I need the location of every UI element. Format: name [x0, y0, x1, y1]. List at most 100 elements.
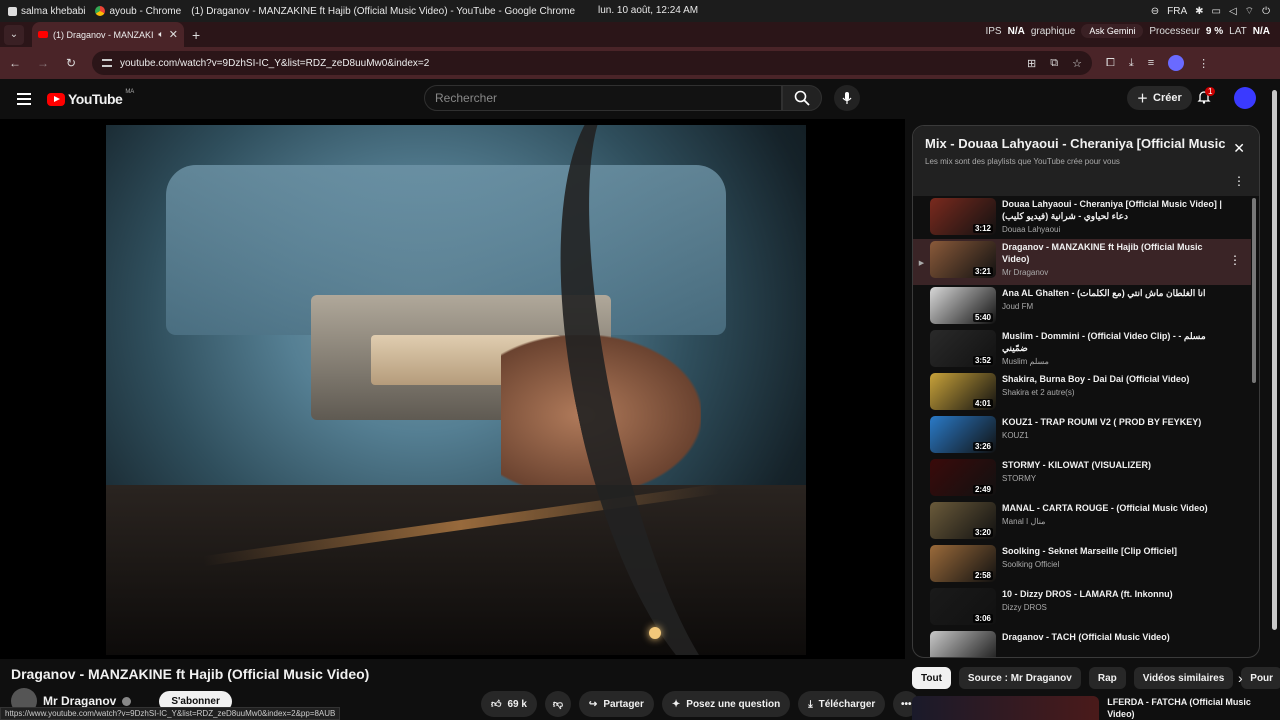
close-tab-icon[interactable]: ✕: [169, 28, 178, 41]
playlist-scrollbar[interactable]: [1252, 198, 1256, 383]
wifi-icon[interactable]: ⌔: [1245, 5, 1254, 18]
playlist-item-title[interactable]: Draganov - MANZAKINE ft Hajib (Official …: [1002, 241, 1228, 265]
filter-chip[interactable]: Vidéos similaires: [1133, 667, 1234, 689]
volume-icon[interactable]: ◁: [1229, 6, 1237, 17]
playlist-item-title[interactable]: Soolking - Seknet Marseille [Clip Offici…: [1002, 545, 1228, 557]
channel-name[interactable]: Mr Draganov: [43, 694, 116, 708]
bookmark-star-icon[interactable]: ☆: [1072, 57, 1082, 70]
url-text[interactable]: youtube.com/watch?v=9DzhSI-IC_Y&list=RDZ…: [120, 58, 1019, 69]
download-icon[interactable]: ⤓: [1129, 57, 1134, 70]
playlist-item[interactable]: 3:26 KOUZ1 - TRAP ROUMI V2 ( PROD BY FEYK…: [913, 414, 1251, 457]
playlist-item[interactable]: 3:20 MANAL - CARTA ROUGE - (Official Musi…: [913, 500, 1251, 543]
address-bar[interactable]: youtube.com/watch?v=9DzhSI-IC_Y&list=RDZ…: [92, 51, 1092, 75]
playlist-item[interactable]: 3:12 Douaa Lahyaoui - Cheraniya [Official…: [913, 196, 1251, 239]
playlist-thumbnail[interactable]: 5:40: [930, 287, 996, 324]
voice-search-button[interactable]: [834, 85, 860, 111]
playlist-item-title[interactable]: STORMY - KILOWAT (VISUALIZER): [1002, 459, 1228, 471]
reload-icon[interactable]: ↻: [64, 56, 78, 70]
playlist-item[interactable]: 5:40 Ana AL Ghalten - انا الغلطان ماش انت…: [913, 285, 1251, 328]
playlist-thumbnail[interactable]: 3:52: [930, 330, 996, 367]
playlist-thumbnail[interactable]: 3:20: [930, 502, 996, 539]
page-scrollbar[interactable]: [1272, 90, 1277, 630]
playlist-item[interactable]: 2:49 STORMY - KILOWAT (VISUALIZER) STORMY: [913, 457, 1251, 500]
playlist-thumbnail[interactable]: [930, 631, 996, 657]
thumb-down-icon: 👎︎: [552, 699, 563, 710]
playlist-thumbnail[interactable]: 2:49: [930, 459, 996, 496]
playlist-item-title[interactable]: Shakira, Burna Boy - Dai Dai (Official V…: [1002, 373, 1228, 385]
video-scene-light: [649, 627, 661, 639]
playlist-item-title[interactable]: KOUZ1 - TRAP ROUMI V2 ( PROD BY FEYKEY): [1002, 416, 1228, 428]
playlist-thumbnail[interactable]: 3:26: [930, 416, 996, 453]
settings-icon[interactable]: ⊖: [1151, 6, 1159, 17]
os-clock[interactable]: lun. 10 août, 12:24 AM: [598, 5, 698, 16]
recommended-video[interactable]: LFERDA - FATCHA (Official Music Video): [912, 696, 1280, 720]
share-button[interactable]: ↪ Partager: [578, 691, 654, 717]
tab-search-button[interactable]: ⌄: [4, 24, 24, 45]
chrome-menu-icon[interactable]: ⋮: [1198, 57, 1209, 70]
forward-icon[interactable]: →: [36, 56, 50, 70]
duration-badge: 3:20: [972, 528, 993, 537]
download-button[interactable]: ⤓ Télécharger: [798, 691, 886, 717]
battery-icon[interactable]: ▭: [1212, 6, 1221, 17]
playlist-index: [913, 330, 930, 348]
video-player[interactable]: [0, 119, 905, 659]
playlist-thumbnail[interactable]: 3:12: [930, 198, 996, 235]
search-input[interactable]: Rechercher: [424, 85, 782, 111]
speaker-icon[interactable]: 🔈︎: [158, 29, 163, 40]
filter-chip[interactable]: Tout: [912, 667, 951, 689]
playlist-item-title[interactable]: 10 - Dizzy DROS - LAMARA (ft. Inkonnu): [1002, 588, 1228, 600]
playlist-item[interactable]: 4:01 Shakira, Burna Boy - Dai Dai (Offici…: [913, 371, 1251, 414]
playlist-item[interactable]: 2:58 Soolking - Seknet Marseille [Clip Of…: [913, 543, 1251, 586]
playlist-item-title[interactable]: Draganov - TACH (Official Music Video): [1002, 631, 1228, 643]
filter-chip[interactable]: Rap: [1088, 667, 1126, 689]
filter-chip[interactable]: Pour: [1241, 667, 1280, 689]
account-avatar[interactable]: [1234, 87, 1256, 109]
more-icon: •••: [901, 698, 912, 710]
youtube-logo[interactable]: YouTube MA: [47, 89, 134, 107]
playlist-thumbnail[interactable]: 3:06: [930, 588, 996, 625]
os-lang[interactable]: FRA: [1167, 6, 1187, 17]
playlist-item-title[interactable]: MANAL - CARTA ROUGE - (Official Music Vi…: [1002, 502, 1228, 514]
playlist-item-title[interactable]: Ana AL Ghalten - انا الغلطان ماش انتي (م…: [1002, 287, 1228, 299]
duration-badge: 3:06: [972, 614, 993, 623]
playlist-item-title[interactable]: Douaa Lahyaoui - Cheraniya [Official Mus…: [1002, 198, 1228, 222]
extensions-icon[interactable]: ⧠: [1106, 57, 1115, 70]
playlist-item[interactable]: Draganov - TACH (Official Music Video): [913, 629, 1251, 657]
chevron-right-icon[interactable]: ›: [1238, 670, 1243, 686]
back-icon[interactable]: ←: [8, 56, 22, 70]
power-icon[interactable]: ⏻: [1262, 6, 1270, 17]
profile-avatar[interactable]: [1168, 55, 1185, 71]
recommended-thumbnail[interactable]: [912, 696, 1100, 720]
search-button[interactable]: [782, 85, 822, 111]
video-frame[interactable]: [106, 125, 806, 655]
ask-gemini-button[interactable]: Ask Gemini: [1081, 24, 1144, 38]
new-tab-button[interactable]: +: [192, 27, 200, 43]
translate-icon[interactable]: ⊞: [1027, 57, 1036, 70]
playlist-thumbnail[interactable]: 4:01: [930, 373, 996, 410]
install-icon[interactable]: ⧉: [1050, 57, 1058, 70]
playlist-item[interactable]: 3:06 10 - Dizzy DROS - LAMARA (ft. Inkonn…: [913, 586, 1251, 629]
playlist-thumbnail[interactable]: 3:21: [930, 241, 996, 278]
like-button[interactable]: 👍︎ 69 k: [481, 691, 537, 717]
tab-youtube[interactable]: (1) Draganov - MANZAKINE 🔈︎ ✕: [32, 22, 184, 47]
menu-icon[interactable]: [17, 93, 31, 105]
dislike-button[interactable]: 👎︎: [544, 691, 571, 717]
filter-chip[interactable]: Source : Mr Draganov: [958, 667, 1081, 689]
playlist-thumbnail[interactable]: 2:58: [930, 545, 996, 582]
recommended-title[interactable]: LFERDA - FATCHA (Official Music Video): [1107, 696, 1280, 720]
site-info-icon[interactable]: [102, 59, 112, 67]
os-app-segment[interactable]: ayoub - Chrome: [95, 6, 181, 17]
bluetooth-icon[interactable]: ✱: [1195, 6, 1203, 17]
playlist-more-icon[interactable]: ⋮: [1233, 174, 1245, 188]
playlist-item[interactable]: ▶ 3:21 Draganov - MANZAKINE ft Hajib (Offi…: [913, 239, 1251, 285]
close-icon[interactable]: ✕: [1233, 140, 1245, 157]
playlist-item[interactable]: 3:52 Muslim - Dommini - (Official Video C…: [913, 328, 1251, 371]
create-button[interactable]: ＋ Créer: [1127, 86, 1192, 110]
lat-label: LAT: [1229, 25, 1247, 37]
ask-question-button[interactable]: ✦ Posez une question: [661, 691, 791, 717]
playlist-title[interactable]: Mix - Douaa Lahyaoui - Cheraniya [Offici…: [925, 136, 1225, 151]
reading-list-icon[interactable]: ≡: [1148, 57, 1154, 69]
playlist-item-title[interactable]: Muslim - Dommini - (Official Video Clip)…: [1002, 330, 1228, 354]
item-more-icon[interactable]: ⋮: [1229, 253, 1241, 267]
now-playing-icon: ▶: [918, 260, 925, 267]
